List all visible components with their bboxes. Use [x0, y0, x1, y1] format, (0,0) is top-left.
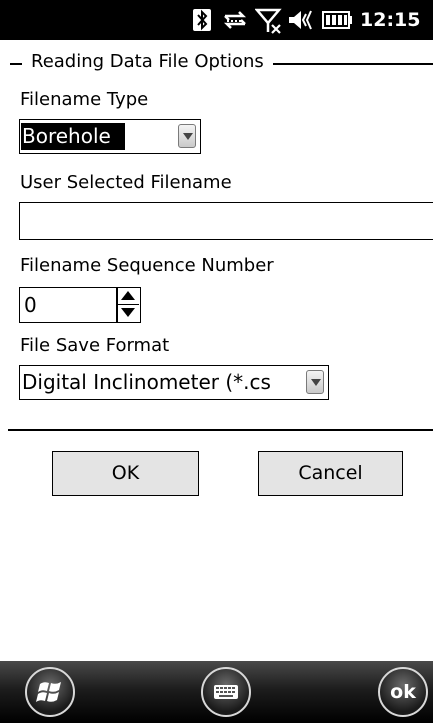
sequence-number-input[interactable]: 0	[19, 287, 117, 323]
filename-type-combo[interactable]: Borehole	[19, 119, 201, 154]
dropdown-arrow-icon[interactable]	[306, 370, 324, 394]
filename-type-value: Borehole	[21, 123, 125, 150]
status-bar: 12:15	[0, 0, 433, 40]
group-title: Reading Data File Options	[22, 49, 273, 75]
separator	[8, 429, 433, 431]
keyboard-button[interactable]	[201, 667, 251, 717]
ok-button[interactable]: OK	[52, 451, 199, 496]
data-sync-icon[interactable]	[221, 8, 249, 32]
bluetooth-icon[interactable]	[193, 9, 211, 31]
cancel-button[interactable]: Cancel	[258, 451, 403, 496]
windows-start-icon	[36, 682, 61, 702]
taskbar-ok-label: ok	[390, 681, 416, 703]
volume-icon[interactable]	[287, 8, 317, 32]
taskbar-ok-button[interactable]: ok	[378, 667, 428, 717]
start-button[interactable]	[25, 667, 75, 717]
sequence-number-value: 0	[24, 293, 37, 317]
sequence-number-label: Filename Sequence Number	[20, 255, 274, 276]
save-format-combo[interactable]: Digital Inclinometer (*.cs	[19, 365, 329, 400]
dropdown-arrow-icon[interactable]	[178, 124, 196, 148]
user-filename-input[interactable]	[19, 202, 433, 240]
keyboard-icon	[214, 685, 238, 699]
battery-icon[interactable]	[322, 11, 352, 29]
save-format-value: Digital Inclinometer (*.cs	[22, 370, 271, 394]
user-filename-label: User Selected Filename	[20, 172, 232, 193]
save-format-label: File Save Format	[20, 335, 170, 356]
no-signal-icon[interactable]	[254, 8, 283, 34]
taskbar: ok	[0, 661, 433, 723]
spin-up-icon[interactable]	[118, 288, 139, 305]
filename-type-label: Filename Type	[20, 89, 149, 110]
spin-down-icon[interactable]	[118, 305, 139, 321]
sequence-number-stepper[interactable]	[117, 287, 141, 323]
clock[interactable]: 12:15	[360, 9, 420, 33]
